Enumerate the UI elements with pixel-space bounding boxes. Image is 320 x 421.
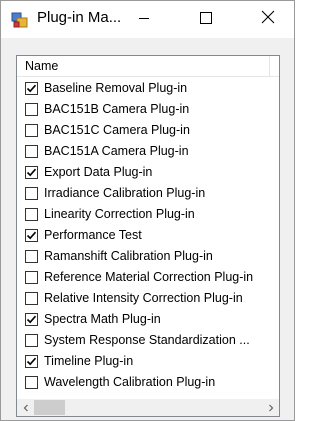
checkbox-checked[interactable] [25,229,38,242]
checkmark-icon [26,231,37,240]
list-item-label: BAC151A Camera Plug-in [44,144,189,158]
list-item[interactable]: Irradiance Calibration Plug-in [17,183,279,204]
list-item-label: Reference Material Correction Plug-in [44,270,254,284]
minimize-button[interactable] [121,1,167,38]
checkbox-unchecked[interactable] [25,187,38,200]
checkmark-icon [26,357,37,366]
list-rows: Baseline Removal Plug-in BAC151B Camera P… [17,78,279,393]
list-item[interactable]: Ramanshift Calibration Plug-in [17,246,279,267]
list-item[interactable]: Linearity Correction Plug-in [17,204,279,225]
list-item-label: BAC151B Camera Plug-in [44,102,190,116]
list-item-label: Wavelength Calibration Plug-in [44,375,216,389]
plugin-list[interactable]: Name Baseline Removal Plug-in BAC151B Cam… [16,55,280,417]
list-item[interactable]: BAC151C Camera Plug-in [17,120,279,141]
list-item[interactable]: Performance Test [17,225,279,246]
checkbox-unchecked[interactable] [25,250,38,263]
checkbox-unchecked[interactable] [25,208,38,221]
horizontal-scrollbar[interactable] [17,399,279,416]
title-bar[interactable]: Plug-in Ma... [1,1,294,38]
list-item[interactable]: Relative Intensity Correction Plug-in [17,288,279,309]
checkbox-unchecked[interactable] [25,145,38,158]
list-item-label: Linearity Correction Plug-in [44,207,195,221]
checkbox-unchecked[interactable] [25,271,38,284]
list-item-label: Relative Intensity Correction Plug-in [44,291,243,305]
list-item-label: Spectra Math Plug-in [44,312,161,326]
plugin-app-icon[interactable] [11,11,29,29]
minimize-icon [138,11,150,29]
checkbox-unchecked[interactable] [25,376,38,389]
checkbox-checked[interactable] [25,313,38,326]
column-header-name[interactable]: Name [17,56,270,77]
list-item[interactable]: Timeline Plug-in [17,351,279,372]
list-item[interactable]: BAC151B Camera Plug-in [17,99,279,120]
list-item-label: Timeline Plug-in [44,354,134,368]
list-item-label: System Response Standardization ... [44,333,250,347]
list-item-label: BAC151C Camera Plug-in [44,123,190,137]
list-item-label: Baseline Removal Plug-in [44,81,188,95]
list-header: Name [17,56,279,77]
checkmark-icon [26,315,37,324]
maximize-button[interactable] [183,1,229,38]
list-item[interactable]: Export Data Plug-in [17,162,279,183]
maximize-icon [200,11,212,29]
header-filler [270,56,279,77]
list-item[interactable]: BAC151A Camera Plug-in [17,141,279,162]
window-title: Plug-in Ma... [37,9,122,26]
scroll-left-button[interactable] [17,399,34,416]
checkmark-icon [26,168,37,177]
list-item[interactable]: Reference Material Correction Plug-in [17,267,279,288]
checkbox-checked[interactable] [25,82,38,95]
list-item[interactable]: Wavelength Calibration Plug-in [17,372,279,393]
checkmark-icon [26,84,37,93]
list-item[interactable]: System Response Standardization ... [17,330,279,351]
checkbox-unchecked[interactable] [25,292,38,305]
scroll-right-button[interactable] [262,399,279,416]
checkbox-checked[interactable] [25,355,38,368]
chevron-right-icon [267,399,275,417]
close-button[interactable] [245,1,291,38]
close-icon [261,10,275,29]
list-item-label: Export Data Plug-in [44,165,153,179]
list-item[interactable]: Spectra Math Plug-in [17,309,279,330]
checkbox-unchecked[interactable] [25,124,38,137]
list-item-label: Ramanshift Calibration Plug-in [44,249,213,263]
checkbox-unchecked[interactable] [25,103,38,116]
plugin-manager-window: Plug-in Ma... Name Baseline Removal Plug… [0,0,295,421]
chevron-left-icon [22,399,30,417]
checkbox-checked[interactable] [25,166,38,179]
list-item-label: Performance Test [44,228,142,242]
checkbox-unchecked[interactable] [25,334,38,347]
list-item-label: Irradiance Calibration Plug-in [44,186,206,200]
scroll-thumb[interactable] [34,400,65,415]
list-item[interactable]: Baseline Removal Plug-in [17,78,279,99]
